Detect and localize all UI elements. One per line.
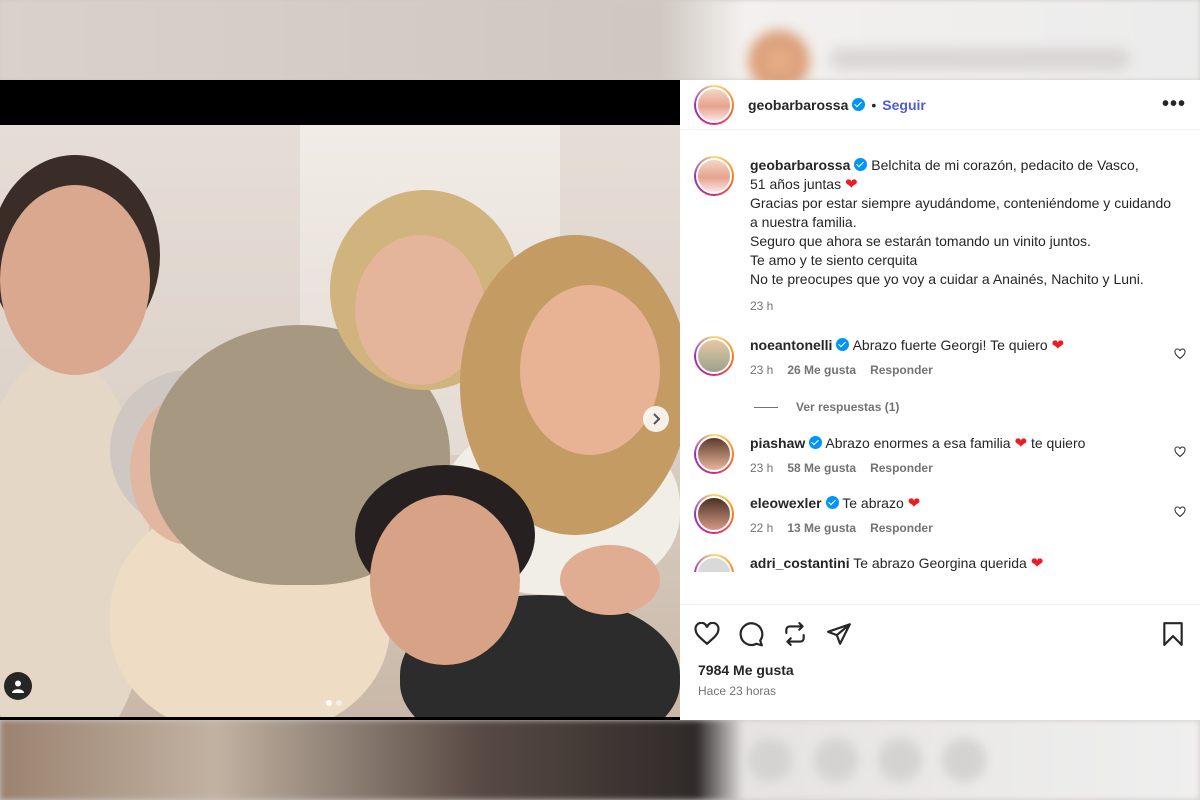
caption-line: 51 años juntas (750, 176, 842, 192)
view-replies-label: Ver respuestas (1) (796, 400, 900, 414)
comment-like-heart-icon[interactable] (1174, 348, 1186, 360)
red-heart-emoji-icon: ❤ (1014, 435, 1028, 452)
heart-icon (694, 621, 720, 645)
save-button[interactable] (1160, 621, 1186, 647)
carousel-indicator (326, 700, 342, 706)
carousel-dot (336, 700, 342, 706)
commenter-avatar[interactable] (694, 554, 734, 572)
share-icon (827, 622, 851, 645)
author-avatar[interactable] (694, 84, 734, 125)
reply-button[interactable]: Responder (870, 459, 933, 478)
comment-time: 23 h (750, 363, 774, 377)
blurred-circle (878, 738, 922, 782)
repost-button[interactable] (782, 621, 808, 647)
post-actions-bar (680, 604, 1200, 662)
reply-button[interactable]: Responder (870, 519, 933, 538)
user-tag-icon (12, 680, 24, 693)
next-arrow-icon (653, 413, 661, 425)
post-photo[interactable] (0, 125, 680, 717)
caption-line: Gracias por estar siempre ayudándome, co… (750, 195, 1172, 211)
author-username[interactable]: geobarbarossa (748, 97, 848, 113)
red-heart-emoji-icon: ❤ (1051, 337, 1065, 354)
comment-text: Abrazo enormes a esa familia (825, 435, 1011, 451)
reply-button[interactable]: Responder (870, 361, 933, 380)
comment-item: piashaw Abrazo enormes a esa familia ❤ t… (694, 434, 1186, 478)
comment-username[interactable]: noeantonelli (750, 337, 832, 353)
comment-like-heart-icon[interactable] (1174, 506, 1186, 518)
carousel-next-button[interactable] (643, 406, 669, 432)
user-tag-button[interactable] (4, 672, 32, 700)
comment-username[interactable]: piashaw (750, 435, 805, 451)
caption-username[interactable]: geobarbarossa (750, 157, 850, 173)
comment-time: 22 h (750, 521, 774, 535)
comment-button[interactable] (738, 621, 764, 647)
comment-likes[interactable]: 26 Me gusta (787, 361, 856, 380)
caption-line: Seguro que ahora se estarán tomando un v… (750, 233, 1091, 249)
separator: • (871, 96, 877, 113)
commenter-avatar[interactable] (694, 494, 734, 534)
follow-button[interactable]: Seguir (882, 97, 926, 113)
post-time-ago: Hace 23 horas (698, 684, 777, 698)
verified-badge-icon (836, 338, 850, 351)
comment-text: Te abrazo Georgina querida (853, 555, 1027, 571)
comment-username[interactable]: adri_costantini (750, 555, 850, 571)
verified-badge-icon (854, 158, 868, 171)
instagram-post: geobarbarossa • Seguir ••• geobarbarossa… (0, 80, 1200, 720)
post-sidebar: geobarbarossa • Seguir ••• geobarbarossa… (680, 80, 1200, 720)
caption-line: Belchita de mi corazón, pedacito de Vasc… (871, 157, 1139, 173)
comment-likes[interactable]: 13 Me gusta (787, 519, 856, 538)
post-media (0, 80, 680, 720)
verified-badge-icon (809, 436, 823, 449)
author-avatar[interactable] (694, 156, 734, 196)
photo-face (520, 285, 660, 455)
caption-time: 23 h (750, 299, 774, 313)
comment-item: eleowexler Te abrazo ❤ 22 h 13 Me gusta … (694, 494, 1186, 538)
commenter-avatar[interactable] (694, 336, 734, 376)
like-button[interactable] (694, 621, 720, 647)
red-heart-emoji-icon: ❤ (1030, 555, 1044, 572)
comment-text: Abrazo fuerte Georgi! Te quiero (852, 337, 1048, 353)
carousel-dot-active (326, 700, 332, 706)
blurred-circle (748, 738, 792, 782)
verified-badge-icon (825, 496, 839, 509)
view-replies-button[interactable]: Ver respuestas (1) (754, 400, 1186, 414)
comment-item: noeantonelli Abrazo fuerte Georgi! Te qu… (694, 336, 1186, 380)
blurred-bottom-strip (0, 720, 1200, 800)
comment-time: 23 h (750, 461, 774, 475)
verified-badge-icon (852, 98, 866, 111)
comment-like-heart-icon[interactable] (1174, 446, 1186, 458)
comments-section: geobarbarossa Belchita de mi corazón, pe… (680, 130, 1200, 604)
red-heart-emoji-icon: ❤ (907, 495, 921, 512)
comment-username[interactable]: eleowexler (750, 495, 822, 511)
save-icon (1163, 621, 1183, 646)
photo-hand (560, 545, 660, 615)
more-options-button[interactable]: ••• (1162, 93, 1186, 116)
caption: geobarbarossa Belchita de mi corazón, pe… (694, 156, 1186, 316)
likes-count[interactable]: 7984 Me gusta (680, 662, 1200, 678)
photo-face (370, 495, 520, 665)
blurred-bar (830, 48, 1130, 70)
caption-line: No te preocupes que yo voy a cuidar a An… (750, 271, 1144, 287)
post-header: geobarbarossa • Seguir ••• (680, 80, 1200, 130)
red-heart-emoji-icon: ❤ (844, 176, 858, 193)
comment-text: Te abrazo (842, 495, 904, 511)
comment-text: te quiero (1030, 435, 1086, 451)
share-button[interactable] (826, 621, 852, 647)
comment-icon (739, 621, 764, 646)
commenter-avatar[interactable] (694, 434, 734, 474)
caption-line: Te amo y te siento cerquita (750, 252, 918, 268)
comment-likes[interactable]: 58 Me gusta (787, 459, 856, 478)
photo-face (0, 185, 150, 375)
blurred-circle (942, 738, 986, 782)
comment-item: adri_costantini Te abrazo Georgina queri… (694, 554, 1186, 572)
repost-icon (785, 621, 805, 646)
caption-line: a nuestra familia. (750, 214, 857, 230)
blurred-circle (814, 738, 858, 782)
